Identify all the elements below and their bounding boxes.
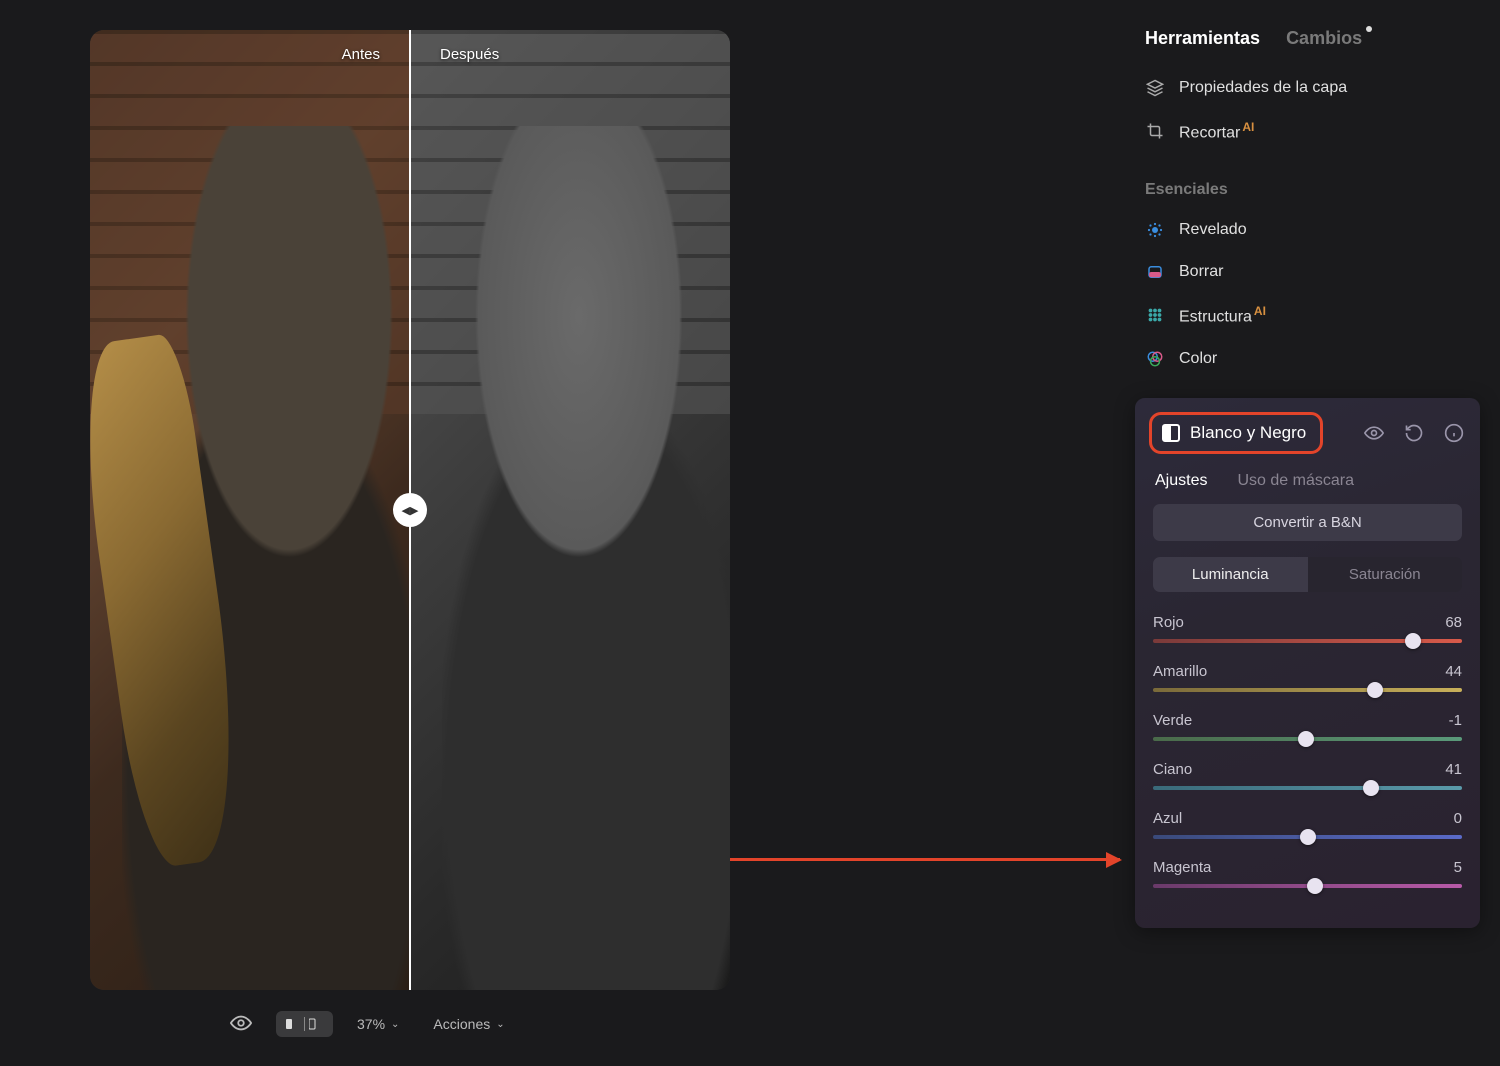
- slider-value: 0: [1454, 810, 1462, 827]
- bn-title: Blanco y Negro: [1190, 423, 1306, 443]
- slider-track[interactable]: [1153, 835, 1462, 839]
- tool-label: Recortar: [1179, 124, 1240, 141]
- slider-value: 5: [1454, 859, 1462, 876]
- seg-luminance[interactable]: Luminancia: [1153, 557, 1308, 592]
- structure-icon: [1145, 305, 1165, 325]
- compare-mode-toggle[interactable]: [276, 1011, 333, 1037]
- black-white-icon: [1162, 424, 1180, 442]
- seg-saturation[interactable]: Saturación: [1308, 557, 1463, 592]
- preview-after: [410, 30, 730, 990]
- crop-icon: [1145, 121, 1165, 141]
- slider-track[interactable]: [1153, 786, 1462, 790]
- tool-label: Propiedades de la capa: [1179, 79, 1347, 97]
- preview-before: [90, 30, 410, 990]
- develop-icon: [1145, 220, 1165, 240]
- slider-thumb[interactable]: [1363, 780, 1379, 796]
- layers-icon: [1145, 78, 1165, 98]
- actions-label: Acciones: [433, 1016, 490, 1032]
- bn-mode-segment[interactable]: Luminancia Saturación: [1153, 557, 1462, 592]
- slider-value: -1: [1449, 712, 1462, 729]
- slider-label: Verde: [1153, 712, 1192, 729]
- zoom-value: 37%: [357, 1016, 385, 1032]
- annotation-arrow: [730, 858, 1120, 861]
- slider-track[interactable]: [1153, 688, 1462, 692]
- slider-thumb[interactable]: [1405, 633, 1421, 649]
- tool-crop[interactable]: RecortarAI: [1135, 109, 1480, 153]
- slider-verde[interactable]: Verde -1: [1153, 712, 1462, 741]
- undo-icon[interactable]: [1404, 423, 1424, 443]
- tab-tools[interactable]: Herramientas: [1145, 28, 1260, 49]
- bn-tab-adjust[interactable]: Ajustes: [1155, 472, 1207, 490]
- label-before: Antes: [90, 46, 410, 63]
- visibility-toggle-icon[interactable]: [230, 1012, 252, 1037]
- compare-handle[interactable]: ◀▶: [393, 493, 427, 527]
- zoom-dropdown[interactable]: 37% ⌄: [357, 1016, 399, 1032]
- tool-label: Borrar: [1179, 263, 1223, 281]
- tab-changes[interactable]: Cambios: [1286, 28, 1362, 49]
- preview-bottom-bar: 37% ⌄ Acciones ⌄: [90, 1004, 730, 1044]
- bn-tab-mask[interactable]: Uso de máscara: [1237, 472, 1354, 490]
- slider-thumb[interactable]: [1298, 731, 1314, 747]
- slider-label: Rojo: [1153, 614, 1184, 631]
- actions-dropdown[interactable]: Acciones ⌄: [433, 1016, 504, 1032]
- slider-track[interactable]: [1153, 737, 1462, 741]
- slider-thumb[interactable]: [1367, 682, 1383, 698]
- slider-value: 44: [1445, 663, 1462, 680]
- slider-track[interactable]: [1153, 884, 1462, 888]
- info-icon[interactable]: [1444, 423, 1464, 443]
- bn-title-highlight[interactable]: Blanco y Negro: [1149, 412, 1323, 454]
- label-after: Después: [410, 46, 730, 63]
- convert-bn-button[interactable]: Convertir a B&N: [1153, 504, 1462, 541]
- section-essentials: Esenciales: [1135, 153, 1480, 209]
- tool-label: Revelado: [1179, 221, 1247, 239]
- tool-erase[interactable]: Borrar: [1135, 251, 1480, 293]
- tool-structure[interactable]: EstructuraAI: [1135, 293, 1480, 337]
- ai-badge: AI: [1254, 304, 1266, 318]
- right-panel: Herramientas Cambios Propiedades de la c…: [1135, 10, 1480, 1066]
- slider-ciano[interactable]: Ciano 41: [1153, 761, 1462, 790]
- slider-amarillo[interactable]: Amarillo 44: [1153, 663, 1462, 692]
- slider-azul[interactable]: Azul 0: [1153, 810, 1462, 839]
- tool-panel-black-white: Blanco y Negro Ajustes Uso de máscara Co…: [1135, 398, 1480, 928]
- tool-label: Estructura: [1179, 309, 1252, 326]
- slider-thumb[interactable]: [1300, 829, 1316, 845]
- tool-develop[interactable]: Revelado: [1135, 209, 1480, 251]
- chevron-down-icon: ⌄: [496, 1019, 504, 1030]
- tool-color[interactable]: Color: [1135, 338, 1480, 380]
- slider-value: 41: [1445, 761, 1462, 778]
- slider-label: Magenta: [1153, 859, 1211, 876]
- eye-icon[interactable]: [1364, 423, 1384, 443]
- slider-label: Amarillo: [1153, 663, 1207, 680]
- slider-label: Ciano: [1153, 761, 1192, 778]
- changes-indicator-dot: [1366, 26, 1372, 32]
- slider-thumb[interactable]: [1307, 878, 1323, 894]
- erase-icon: [1145, 262, 1165, 282]
- tool-layer-properties[interactable]: Propiedades de la capa: [1135, 67, 1480, 109]
- ai-badge: AI: [1242, 120, 1254, 134]
- preview-compare[interactable]: Antes Después ◀▶: [90, 30, 730, 990]
- slider-label: Azul: [1153, 810, 1182, 827]
- slider-track[interactable]: [1153, 639, 1462, 643]
- slider-value: 68: [1445, 614, 1462, 631]
- slider-rojo[interactable]: Rojo 68: [1153, 614, 1462, 643]
- slider-magenta[interactable]: Magenta 5: [1153, 859, 1462, 888]
- color-icon: [1145, 349, 1165, 369]
- tool-label: Color: [1179, 350, 1217, 368]
- chevron-down-icon: ⌄: [391, 1019, 399, 1030]
